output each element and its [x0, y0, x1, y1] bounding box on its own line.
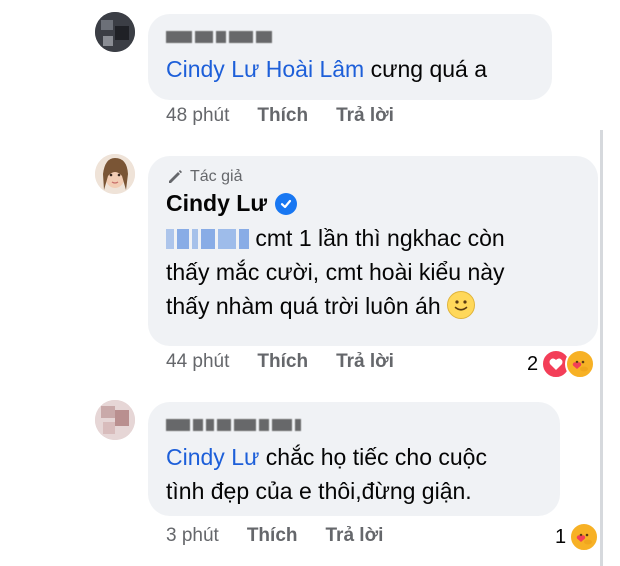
- author-badge-label: Tác giả: [190, 168, 243, 185]
- like-button[interactable]: Thích: [247, 525, 298, 547]
- comment-text: thấy mắc cười, cmt hoài kiểu này: [166, 259, 505, 285]
- reaction-count: 1: [555, 525, 567, 548]
- like-button[interactable]: Thích: [257, 105, 308, 127]
- comment-actions: 44 phút Thích Trả lời: [166, 351, 394, 373]
- avatar[interactable]: [95, 400, 135, 440]
- comment-bubble: Cindy Lư chắc họ tiếc cho cuộc tình đẹp …: [148, 402, 560, 516]
- reply-button[interactable]: Trả lời: [336, 105, 394, 127]
- mention-link[interactable]: Cindy Lư: [166, 444, 259, 470]
- reaction-summary[interactable]: 2: [527, 349, 596, 379]
- pencil-icon: [169, 170, 182, 183]
- care-reaction-icon: [565, 349, 596, 379]
- comment-text: cmt 1 lần thì ngkhac còn: [255, 225, 505, 251]
- thread-line: [600, 130, 603, 566]
- comment-text: thấy nhàm quá trời luôn áh: [166, 293, 441, 319]
- reaction-count: 2: [527, 352, 539, 375]
- obscured-mention[interactable]: [166, 229, 249, 249]
- obscured-author-name[interactable]: [166, 414, 301, 436]
- care-reaction-icon: [569, 522, 600, 552]
- comment-actions: 3 phút Thích Trả lời: [166, 525, 383, 547]
- mention-link[interactable]: Cindy Lư Hoài Lâm: [166, 56, 364, 82]
- comment-time[interactable]: 3 phút: [166, 525, 219, 547]
- comment-bubble: Cindy Lư Hoài Lâm cưng quá a: [148, 14, 552, 100]
- reply-button[interactable]: Trả lời: [326, 525, 384, 547]
- avatar[interactable]: [95, 12, 135, 52]
- comment-actions: 48 phút Thích Trả lời: [166, 105, 394, 127]
- comment-time[interactable]: 48 phút: [166, 105, 229, 127]
- author-name[interactable]: Cindy Lư: [166, 190, 267, 217]
- obscured-avatar-icon: [95, 400, 135, 440]
- verified-check-icon: [274, 192, 297, 215]
- author-badge: Tác giả: [166, 168, 580, 186]
- author-avatar-icon: [95, 154, 135, 194]
- reaction-summary[interactable]: 1: [555, 522, 600, 552]
- obscured-author-name[interactable]: [166, 26, 272, 48]
- comment-text: chắc họ tiếc cho cuộc: [259, 444, 487, 470]
- comment-text: tình đẹp của e thôi,đừng giận.: [166, 478, 472, 504]
- reply-button[interactable]: Trả lời: [336, 351, 394, 373]
- like-button[interactable]: Thích: [257, 351, 308, 373]
- avatar[interactable]: [95, 154, 135, 194]
- smiling-face-emoji-icon: [447, 291, 476, 319]
- comment-bubble: Tác giả Cindy Lư cmt 1 lần thì ngkhac cò…: [148, 156, 598, 346]
- obscured-avatar-icon: [95, 12, 135, 52]
- comment-text: cưng quá a: [364, 56, 488, 82]
- comment-time[interactable]: 44 phút: [166, 351, 229, 373]
